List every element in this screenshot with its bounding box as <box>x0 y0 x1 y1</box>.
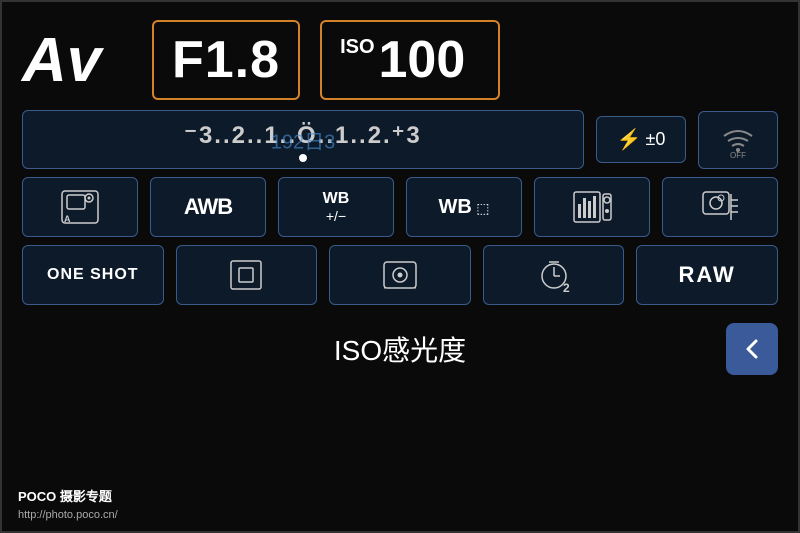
ev-dot <box>299 154 307 162</box>
svg-text:OFF: OFF <box>730 151 746 158</box>
flash-value: ±0 <box>646 129 666 150</box>
af-point-cell[interactable] <box>176 245 318 305</box>
iso-value: 100 <box>379 30 466 90</box>
wb-auto-label: AWB <box>184 194 232 220</box>
one-shot-cell[interactable]: ONE SHOT <box>22 245 164 305</box>
picture-style-icon <box>571 188 613 226</box>
iso-label: ISO <box>340 36 374 59</box>
svg-text:2: 2 <box>563 281 570 294</box>
picture-style-cell[interactable] <box>534 177 650 237</box>
branding: POCO 摄影专题 http://photo.poco.cn/ <box>18 487 118 523</box>
wifi-box[interactable]: OFF <box>698 111 778 169</box>
svg-text:A: A <box>64 214 71 224</box>
wb-bracket-content: WB ⬚ <box>438 196 489 219</box>
branding-title: POCO 摄影专题 <box>18 487 118 507</box>
raw-label: RAW <box>679 262 736 288</box>
back-icon <box>738 335 766 363</box>
icon-row-2: A AWB WB +/− WB ⬚ <box>2 177 798 237</box>
ev-indicator <box>39 154 567 162</box>
flash-box[interactable]: ⚡ ±0 <box>596 116 686 163</box>
wb-shift-content: WB +/− <box>323 190 350 224</box>
wb-shift-cell[interactable]: WB +/− <box>278 177 394 237</box>
one-shot-label: ONE SHOT <box>47 266 139 284</box>
flash-icon: ⚡ <box>617 127 642 152</box>
iso-sensitivity-label: ISO感光度 <box>274 329 526 369</box>
iso-box[interactable]: ISO 100 <box>320 20 500 100</box>
live-view-icon <box>379 256 421 294</box>
wb-auto-cell[interactable]: AWB <box>150 177 266 237</box>
camera-screen: Av F1.8 ISO 100 ⁻3..2..1..Ö..1..2.⁺3 192… <box>0 0 800 533</box>
aperture-box[interactable]: F1.8 <box>152 20 300 100</box>
af-point-icon <box>225 256 267 294</box>
back-btn-container <box>526 323 778 375</box>
wifi-icon: OFF <box>716 122 760 158</box>
wb-bracket-cell[interactable]: WB ⬚ <box>406 177 522 237</box>
branding-url: http://photo.poco.cn/ <box>18 507 118 524</box>
icon-row-3: ONE SHOT 2 <box>2 245 798 305</box>
mode-display: Av <box>22 25 122 96</box>
custom-cell[interactable] <box>662 177 778 237</box>
ev-scale-box[interactable]: ⁻3..2..1..Ö..1..2.⁺3 192日3 <box>22 110 584 169</box>
ev-scale: ⁻3..2..1..Ö..1..2.⁺3 <box>39 121 567 150</box>
back-button[interactable] <box>726 323 778 375</box>
raw-cell[interactable]: RAW <box>636 245 778 305</box>
self-timer-icon: 2 <box>533 256 575 294</box>
ev-row: ⁻3..2..1..Ö..1..2.⁺3 192日3 ⚡ ±0 OFF <box>2 110 798 169</box>
metering-icon: A <box>59 188 101 226</box>
bottom-area: ISO感光度 <box>2 313 798 383</box>
live-view-cell[interactable] <box>329 245 471 305</box>
top-row: Av F1.8 ISO 100 <box>2 2 798 110</box>
self-timer-cell[interactable]: 2 <box>483 245 625 305</box>
metering-cell[interactable]: A <box>22 177 138 237</box>
custom-icon <box>699 188 741 226</box>
